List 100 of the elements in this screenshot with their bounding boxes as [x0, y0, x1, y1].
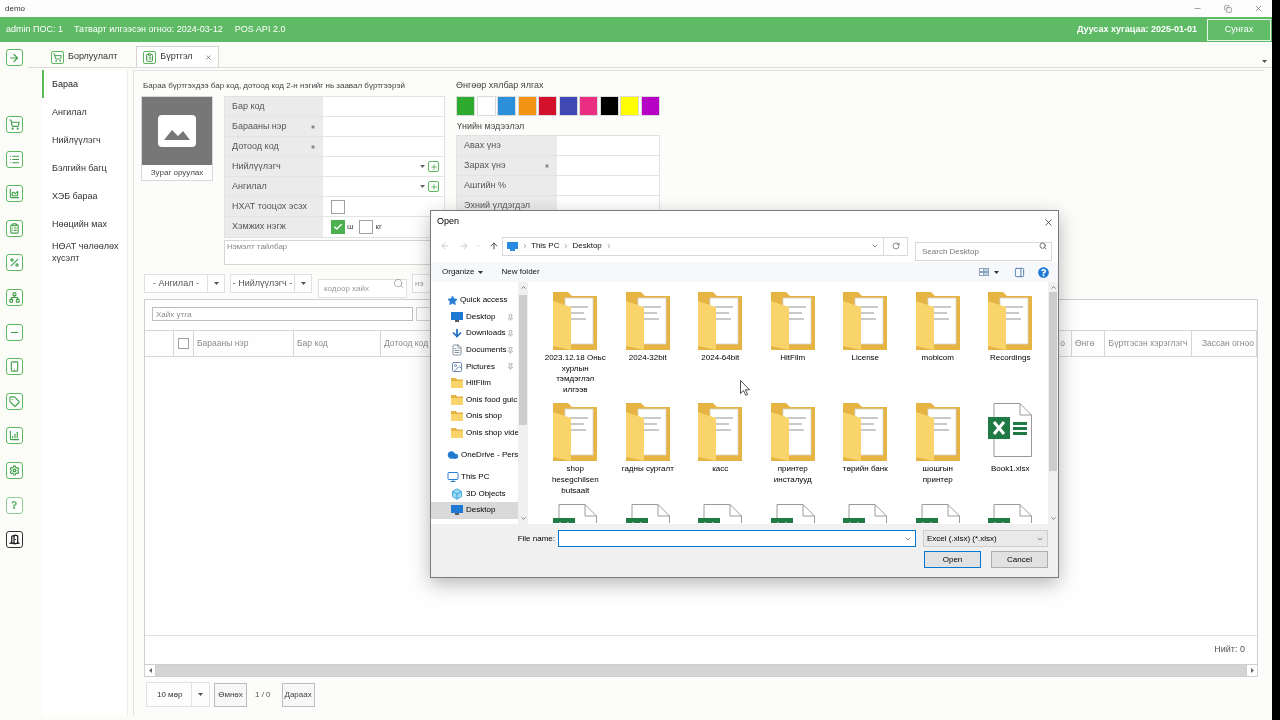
color-swatch[interactable] [640, 96, 660, 116]
file-item[interactable]: shop hesegchilsen butsaalt [539, 403, 612, 497]
spreadsheet-icon[interactable] [698, 504, 743, 524]
list-icon[interactable] [5, 150, 23, 168]
checkbox[interactable] [331, 220, 345, 234]
help-icon[interactable] [5, 496, 23, 514]
file-item[interactable]: касс [684, 403, 757, 497]
spreadsheet-icon[interactable] [843, 504, 888, 524]
add-button[interactable] [428, 181, 439, 192]
dialog-button[interactable]: Cancel [991, 551, 1048, 568]
preview-pane-icon[interactable] [1014, 266, 1025, 278]
path-segment[interactable]: Desktop [572, 240, 602, 252]
image-upload-button[interactable]: Зураг оруулах [141, 96, 213, 181]
phone-icon[interactable] [5, 358, 23, 376]
search-field[interactable]: Search Desktop [915, 241, 1052, 261]
color-swatch[interactable] [599, 96, 619, 116]
color-swatch[interactable] [558, 96, 578, 116]
new-folder-button[interactable]: New folder [501, 266, 540, 278]
color-swatch[interactable] [538, 96, 557, 116]
restore-icon[interactable] [1224, 4, 1232, 13]
sidebar-item[interactable]: ХЭБ бараа [42, 182, 127, 210]
checkbox[interactable] [178, 338, 189, 349]
back-arrow-icon[interactable] [440, 241, 450, 251]
file-item[interactable]: принтер инсталууд [756, 403, 829, 497]
arrow-right-icon[interactable] [5, 49, 23, 66]
file-item[interactable]: төрийн банк [829, 403, 902, 497]
tab[interactable]: Бүртгэл [136, 46, 219, 67]
nav-item[interactable]: This PC [431, 468, 518, 486]
up-arrow-icon[interactable] [489, 241, 499, 251]
dialog-button[interactable]: Open [924, 551, 981, 568]
file-item[interactable]: License [829, 292, 902, 396]
file-item[interactable]: HitFilm [756, 292, 829, 396]
nav-item[interactable]: Onis shop [431, 408, 518, 425]
scrollbar-thumb[interactable] [1049, 292, 1057, 471]
nav-item[interactable]: Desktop [431, 502, 518, 519]
previous-button[interactable]: Өмнөх [214, 682, 247, 707]
scroll-right-button[interactable] [1246, 665, 1257, 676]
file-item[interactable]: 2024-64bit [684, 292, 757, 396]
sidebar-item[interactable]: Нөөцийн мах [42, 210, 127, 238]
color-swatch[interactable] [456, 96, 475, 116]
nav-item[interactable]: Pictures [431, 358, 518, 375]
file-item[interactable]: 2023.12.18 Оньс хурлын тэмдэглэл илгээв [539, 292, 612, 396]
file-item[interactable]: Recordings [974, 292, 1047, 396]
area-chart-icon[interactable] [5, 185, 23, 203]
spreadsheet-icon[interactable] [770, 504, 815, 524]
cart-icon[interactable] [5, 116, 23, 133]
file-name-field[interactable] [558, 530, 916, 547]
exit-door-icon[interactable] [5, 531, 23, 549]
sidebar-item[interactable]: Нийлүүлэгч [42, 126, 127, 154]
nav-item[interactable]: Onis shop vide [431, 424, 518, 442]
tag-icon[interactable] [5, 392, 23, 410]
sidebar-item[interactable]: Бэлгийн багц [42, 154, 127, 182]
scrollbar-thumb[interactable] [519, 295, 527, 425]
hierarchy-icon[interactable] [5, 288, 23, 306]
file-item[interactable]: 2024-32bit [611, 292, 684, 396]
nav-item[interactable]: OneDrive - Pers [431, 446, 518, 464]
color-swatch[interactable] [620, 96, 639, 116]
checkbox[interactable] [359, 220, 374, 234]
settings-icon[interactable] [5, 461, 23, 479]
color-swatch[interactable] [579, 96, 598, 116]
refresh-button[interactable] [884, 236, 908, 256]
minus-icon[interactable] [5, 323, 23, 341]
help-icon[interactable] [1038, 266, 1049, 278]
tab[interactable]: Борлуулалт [44, 46, 125, 67]
column-header[interactable]: Бүртгэсэн хэрэглэгч [1105, 331, 1192, 356]
color-swatch[interactable] [497, 96, 516, 116]
nav-item[interactable]: HitFilm [431, 374, 518, 392]
forward-arrow-icon[interactable] [459, 241, 469, 251]
scroll-left-button[interactable] [145, 665, 156, 676]
clipboard-icon[interactable] [5, 219, 23, 237]
nav-item[interactable]: Quick access [431, 292, 518, 309]
file-item[interactable]: mobicom [901, 292, 974, 396]
close-icon[interactable] [204, 53, 212, 61]
organize-button[interactable]: Organize [442, 266, 484, 278]
close-icon[interactable] [1254, 4, 1263, 13]
spreadsheet-icon[interactable] [553, 504, 598, 524]
color-swatch[interactable] [476, 96, 496, 116]
column-header[interactable]: Зассан огноо [1192, 331, 1257, 356]
address-bar[interactable]: This PC Desktop [502, 236, 884, 256]
nav-item[interactable]: Desktop [431, 308, 518, 326]
file-item[interactable]: Book1.xlsx [974, 403, 1047, 497]
close-icon[interactable] [1043, 216, 1054, 228]
view-icon[interactable] [979, 268, 989, 276]
sidebar-item[interactable]: НӨАТ чөлөөлөх хүсэлт [42, 238, 127, 266]
sidebar-item[interactable]: Ангилал [42, 98, 127, 126]
grid-search-field[interactable]: Хайх утга [152, 307, 413, 321]
vertical-scrollbar[interactable] [518, 282, 528, 524]
spreadsheet-icon[interactable] [625, 504, 670, 524]
bar-chart-icon[interactable] [5, 427, 23, 445]
color-swatch[interactable] [517, 96, 537, 116]
spreadsheet-icon[interactable] [988, 504, 1033, 524]
percent-icon[interactable] [5, 254, 23, 272]
page-size-dropdown[interactable]: 10 мөр [146, 682, 210, 707]
sidebar-item[interactable]: Бараа [42, 70, 127, 98]
nav-item[interactable]: 3D Objects [431, 485, 518, 503]
nav-item[interactable]: Documents [431, 341, 518, 359]
next-button[interactable]: Дараах [281, 682, 315, 707]
nav-item[interactable]: Onis food guic [431, 391, 518, 409]
column-header[interactable]: Бар код [294, 331, 381, 356]
nav-item[interactable]: Downloads [431, 325, 518, 342]
